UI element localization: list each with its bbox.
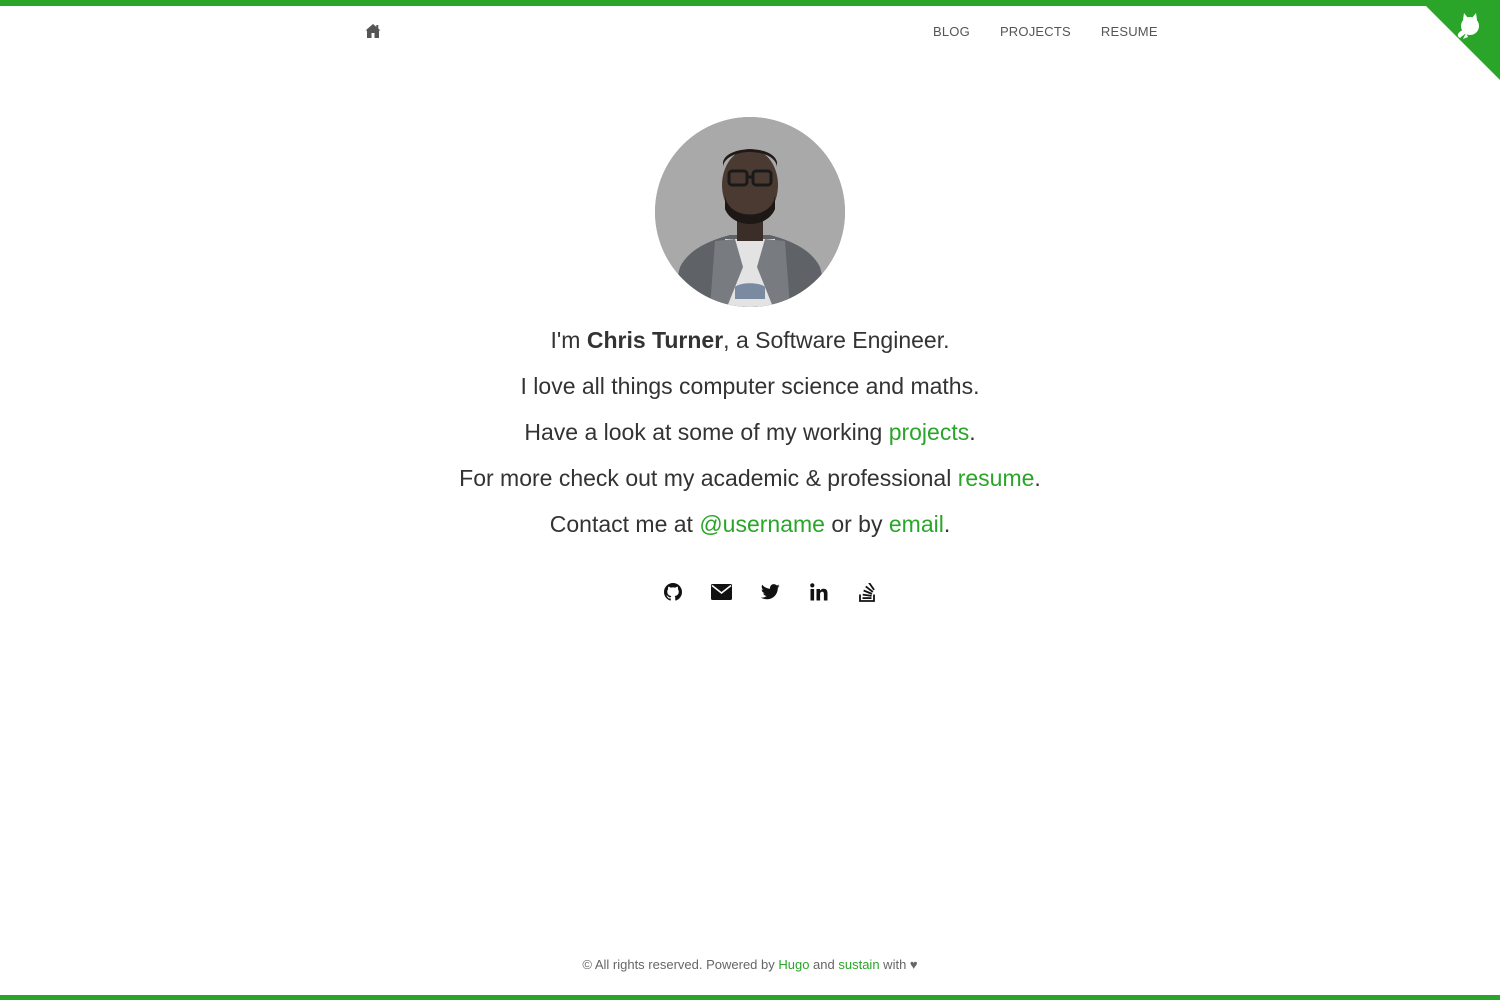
intro-line-1: I'm Chris Turner, a Software Engineer. [300, 322, 1200, 358]
twitter-link[interactable] [747, 578, 793, 606]
intro-text: or by [824, 511, 889, 537]
nav-blog[interactable]: BLOG [918, 23, 985, 41]
bottom-accent-bar [0, 995, 1500, 1000]
intro-text: , a Software Engineer. [723, 327, 950, 353]
intro-text: . [1034, 465, 1041, 491]
main-nav: BLOG PROJECTS RESUME [918, 23, 1173, 41]
twitter-handle-link[interactable]: @username [699, 511, 825, 537]
intro-line-5: Contact me at @username or by email. [300, 506, 1200, 542]
hugo-link[interactable]: Hugo [778, 957, 809, 972]
footer-text: and [809, 957, 839, 972]
intro-text: . [969, 419, 976, 445]
email-social-link[interactable] [699, 578, 745, 606]
intro-text: For more check out my academic & profess… [459, 465, 958, 491]
intro-line-2: I love all things computer science and m… [520, 373, 980, 399]
nav-resume[interactable]: RESUME [1086, 23, 1173, 41]
avatar [655, 117, 845, 307]
intro-text: Contact me at [549, 511, 700, 537]
linkedin-icon [809, 583, 827, 601]
envelope-icon [711, 584, 732, 600]
footer: © All rights reserved. Powered by Hugo a… [0, 956, 1500, 974]
sustain-link[interactable]: sustain [838, 957, 879, 972]
footer-text: © All rights reserved. Powered by [582, 957, 779, 972]
intro-text: . [943, 511, 951, 537]
intro-line-4: For more check out my academic & profess… [300, 460, 1200, 496]
intro-text: I'm [550, 327, 587, 353]
linkedin-link[interactable] [796, 578, 842, 606]
social-links [650, 578, 890, 606]
resume-link[interactable]: resume [958, 465, 1035, 491]
nav-projects[interactable]: PROJECTS [985, 23, 1086, 41]
intro: I'm Chris Turner, a Software Engineer. I… [300, 322, 1200, 552]
intro-text: Have a look at some of my working [524, 419, 889, 445]
author-name: Chris Turner [586, 327, 724, 353]
home-icon [365, 24, 381, 38]
profile-photo [655, 117, 845, 307]
email-link[interactable]: email [889, 511, 944, 537]
home-link[interactable] [364, 22, 382, 40]
stackoverflow-link[interactable] [844, 578, 890, 606]
twitter-icon [760, 584, 780, 600]
footer-text: with ♥ [879, 957, 918, 972]
top-accent-bar [0, 0, 1500, 6]
github-corner-link[interactable] [1420, 0, 1500, 80]
projects-link[interactable]: projects [889, 419, 970, 445]
github-octocat-icon [1420, 0, 1500, 80]
intro-line-3: Have a look at some of my working projec… [300, 414, 1200, 450]
github-link[interactable] [650, 578, 696, 606]
stackoverflow-icon [858, 582, 875, 602]
github-icon [664, 583, 682, 601]
